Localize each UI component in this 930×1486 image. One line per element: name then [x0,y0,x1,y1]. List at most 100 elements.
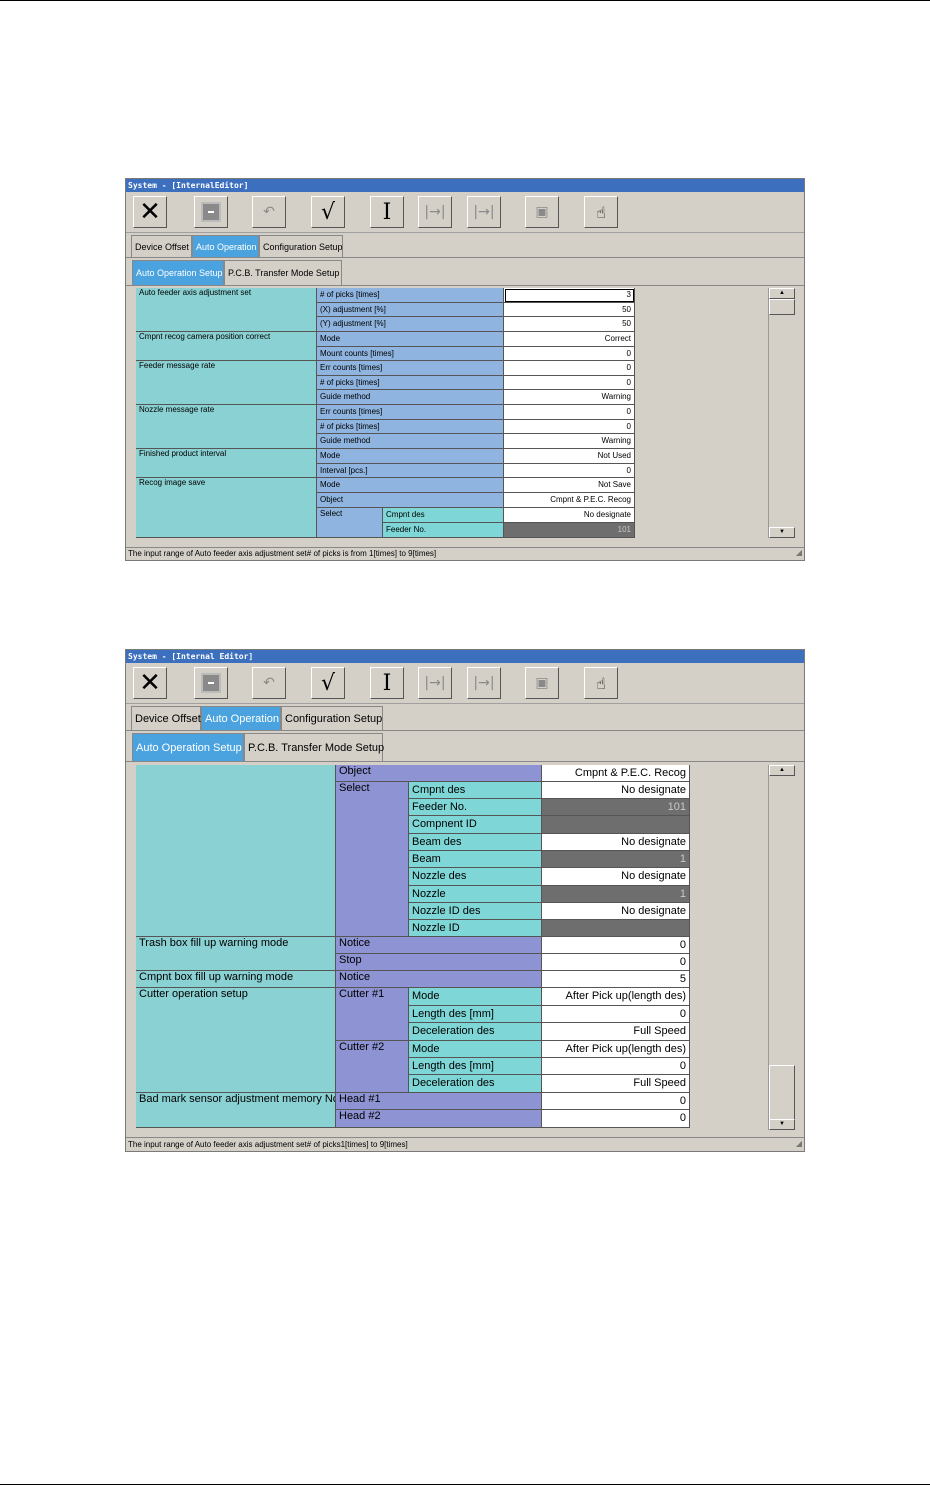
tab-auto-operation[interactable]: Auto Operation [192,235,259,257]
scroll-thumb[interactable] [769,299,795,315]
value-cell[interactable]: Not Save [504,478,635,493]
value-cell[interactable]: 0 [504,361,635,376]
close-button[interactable]: ✕ [133,667,167,699]
row-label: Beam [409,851,542,868]
tab-configuration-setup[interactable]: Configuration Setup [259,235,343,257]
row-label: Mode [317,332,504,347]
row-label: Beam des [409,834,542,851]
row-label: Deceleration des [409,1023,542,1041]
scroll-down-icon[interactable]: ▼ [769,1119,795,1130]
value-cell[interactable]: Warning [504,434,635,449]
confirm-button[interactable]: √ [311,196,345,228]
value-cell[interactable]: 0 [542,1058,690,1075]
value-cell[interactable]: 0 [504,347,635,361]
value-cell[interactable]: No designate [542,834,690,851]
row-label: Feeder No. [383,523,504,538]
resize-grip-icon[interactable]: ◢ [796,547,802,559]
value-cell[interactable]: 0 [542,1093,690,1110]
value-cell[interactable]: 3 [504,288,635,303]
tab-configuration-setup[interactable]: Configuration Setup [281,706,383,730]
row-label: Feeder No. [409,799,542,816]
value-cell[interactable]: 50 [504,317,635,332]
scroll-thumb[interactable] [769,1065,795,1120]
row-label: Head #2 [336,1110,542,1128]
step-in-button[interactable]: |→| [418,667,452,699]
value-cell-disabled [542,816,690,834]
value-cell[interactable]: After Pick up(length des) [542,1041,690,1058]
value-cell[interactable]: 50 [504,303,635,317]
hand-button[interactable]: ☝ [584,667,618,699]
confirm-button[interactable]: √ [311,667,345,699]
value-cell[interactable]: Not Used [504,449,635,464]
value-cell[interactable]: After Pick up(length des) [542,988,690,1006]
value-cell[interactable]: 0 [542,937,690,954]
cursor-button[interactable]: I [370,667,404,699]
value-cell[interactable]: 0 [504,376,635,390]
value-cell[interactable]: Correct [504,332,635,347]
tab-device-offset[interactable]: Device Offset [131,235,192,257]
undo-button[interactable]: ↶ [252,196,286,228]
settings-grid: Auto feeder axis adjustment set Cmpnt re… [136,288,636,538]
group-recog-image-save-cont [136,765,336,937]
tab-auto-operation[interactable]: Auto Operation [201,706,281,730]
vertical-scrollbar[interactable]: ▲ ▼ [768,288,795,538]
row-label: Cmpnt des [383,508,504,523]
stop-button[interactable] [194,667,228,699]
value-cell[interactable]: 0 [542,1006,690,1023]
status-bar: The input range of Auto feeder axis adju… [126,1137,804,1151]
row-label: Stop [336,954,542,971]
run-button[interactable]: ▣ [525,196,559,228]
row-label: Guide method [317,390,504,405]
value-cell[interactable]: 5 [542,971,690,988]
value-cell[interactable]: 0 [542,954,690,971]
value-cell[interactable]: No designate [542,868,690,886]
group-auto-feeder: Auto feeder axis adjustment set [136,288,317,332]
scroll-up-icon[interactable]: ▲ [769,288,795,299]
value-cell[interactable]: 0 [542,1110,690,1128]
page-bottom-rule [0,1484,930,1485]
step-end-button[interactable]: |→| [467,667,501,699]
value-cell[interactable]: Full Speed [542,1075,690,1093]
value-cell[interactable]: 0 [504,405,635,420]
toolbar: ✕ ↶ √ I |→| |→| ▣ ☝ [126,663,804,704]
value-cell[interactable]: No designate [542,782,690,799]
undo-button[interactable]: ↶ [252,667,286,699]
group-cutter-setup: Cutter operation setup [136,988,336,1093]
tab-auto-operation-setup[interactable]: Auto Operation Setup [132,260,224,285]
value-cell[interactable]: No designate [504,508,635,523]
row-label: Mode [317,449,504,464]
value-cell[interactable]: Warning [504,390,635,405]
sub-tabs: Auto Operation Setup P.C.B. Transfer Mod… [126,731,804,762]
row-label: Nozzle des [409,868,542,886]
row-label: Notice [336,937,542,954]
resize-grip-icon[interactable]: ◢ [796,1137,802,1150]
stop-button[interactable] [194,196,228,228]
value-cell[interactable]: Cmpnt & P.E.C. Recog [504,493,635,508]
row-label: Mode [409,1041,542,1058]
value-cell[interactable]: 0 [504,464,635,478]
vertical-scrollbar[interactable]: ▲ ▼ [768,765,795,1130]
group-recog-image-save: Recog image save [136,478,317,538]
value-cell[interactable]: Cmpnt & P.E.C. Recog [542,765,690,782]
value-cell[interactable]: 0 [504,420,635,434]
hand-button[interactable]: ☝ [584,196,618,228]
tab-device-offset[interactable]: Device Offset [131,706,201,730]
tab-pcb-transfer-mode-setup[interactable]: P.C.B. Transfer Mode Setup [244,733,384,761]
tab-auto-operation-setup[interactable]: Auto Operation Setup [132,733,244,761]
row-label: Guide method [317,434,504,449]
stop-icon [201,673,221,693]
step-end-button[interactable]: |→| [467,196,501,228]
scroll-down-icon[interactable]: ▼ [769,527,795,538]
cursor-button[interactable]: I [370,196,404,228]
value-cell[interactable]: Full Speed [542,1023,690,1041]
step-in-button[interactable]: |→| [418,196,452,228]
internal-editor-window-2: System - [Internal Editor] ✕ ↶ √ I |→| |… [125,649,805,1152]
run-button[interactable]: ▣ [525,667,559,699]
main-tabs: Device Offset Auto Operation Configurati… [126,704,804,731]
row-label: Mode [409,988,542,1006]
value-cell[interactable]: No designate [542,903,690,920]
scroll-up-icon[interactable]: ▲ [769,765,795,776]
close-button[interactable]: ✕ [133,196,167,228]
value-cell-disabled: 1 [542,851,690,868]
tab-pcb-transfer-mode-setup[interactable]: P.C.B. Transfer Mode Setup [224,260,342,285]
